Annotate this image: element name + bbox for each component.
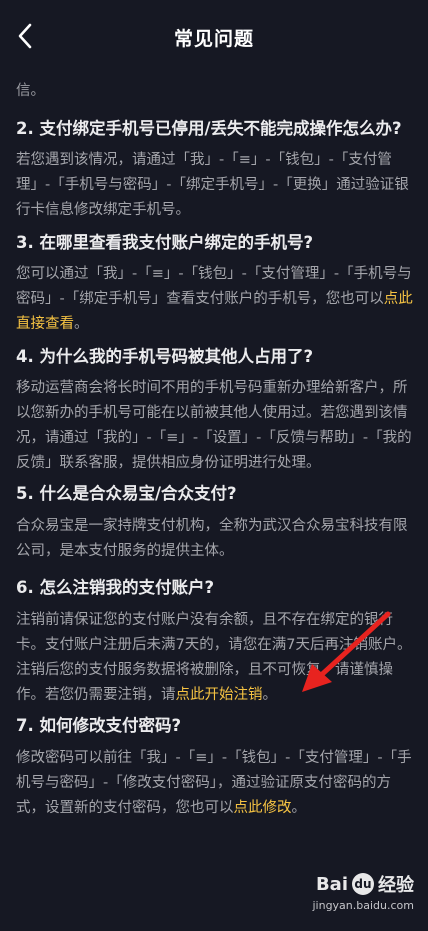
- faq-answer-6: 注销前请保证您的支付账户没有余额，且不存在绑定的银行卡。支付账户注册后未满7天的…: [16, 612, 412, 703]
- modify-password-link[interactable]: 点此修改: [234, 800, 292, 816]
- faq-answer-2: 若您遇到该情况，请通过「我」-「≡」-「钱包」-「支付管理」-「手机号与密码」-…: [16, 152, 409, 218]
- watermark-url: jingyan.baidu.com: [312, 899, 414, 912]
- watermark-brand2: 经验: [378, 875, 414, 896]
- paw-icon: du: [352, 873, 374, 895]
- top-nav-bar: 常见问题: [0, 0, 428, 72]
- watermark-brand: Bai: [315, 873, 348, 895]
- faq-question-3: 3. 在哪里查看我支付账户绑定的手机号?: [16, 233, 314, 252]
- faq-answer-3: 您可以通过「我」-「≡」-「钱包」-「支付管理」-「手机号与密码」-「绑定手机号…: [16, 266, 413, 332]
- faq-question-5: 5. 什么是合众易宝/合众支付?: [16, 484, 237, 503]
- page-title: 常见问题: [173, 28, 254, 50]
- faq-answer-7: 修改密码可以前往「我」-「≡」-「钱包」-「支付管理」-「手机号与密码」-「修改…: [16, 750, 412, 816]
- faq-question-2: 2. 支付绑定手机号已停用/丢失不能完成操作怎么办?: [16, 119, 402, 138]
- cancel-account-link[interactable]: 点此开始注销: [176, 687, 263, 703]
- faq-question-7: 7. 如何修改支付密码?: [16, 716, 182, 735]
- faq-question-6: 6. 怎么注销我的支付账户?: [16, 578, 215, 597]
- faq-question-4: 4. 为什么我的手机号码被其他人占用了?: [16, 347, 314, 366]
- faq-answer-5: 合众易宝是一家持牌支付机构，全称为武汉合众易宝科技有限公司，是本支付服务的提供主…: [16, 518, 408, 559]
- baidu-jingyan-watermark: Bai du 经验 jingyan.baidu.com: [284, 871, 414, 921]
- faq-answer-4: 移动运营商会将长时间不用的手机号码重新办理给新客户，所以您新办的手机号可能在以前…: [16, 380, 412, 471]
